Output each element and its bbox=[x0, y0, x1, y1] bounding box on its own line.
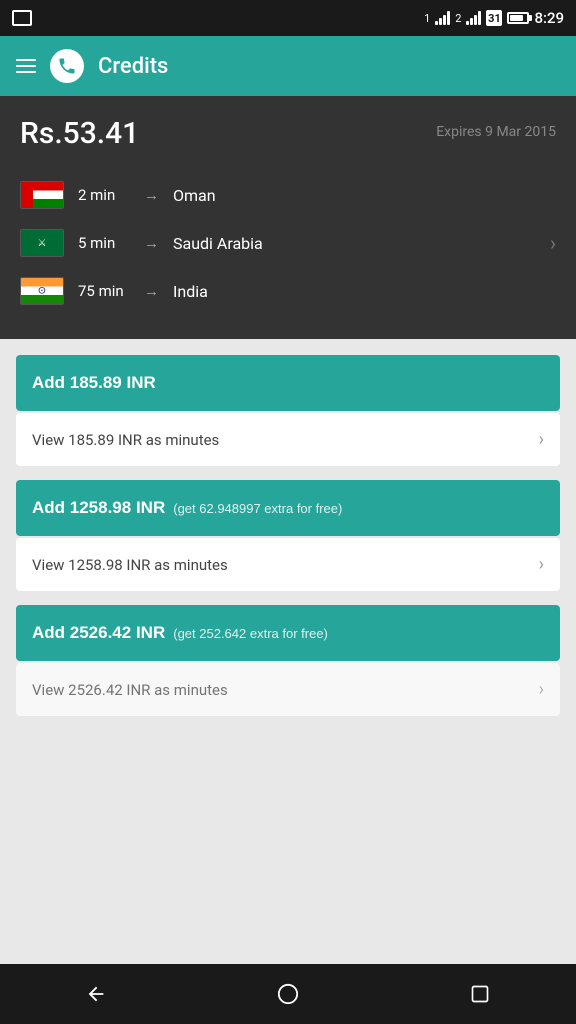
credits-section: Rs.53.41 Expires 9 Mar 2015 2 min → Oman… bbox=[0, 96, 576, 339]
battery-icon bbox=[507, 12, 529, 24]
arrow-oman: → bbox=[144, 186, 159, 204]
package-1: Add 185.89 INR View 185.89 INR as minute… bbox=[16, 355, 560, 466]
add-1258-button[interactable]: Add 1258.98 INR (get 62.948997 extra for… bbox=[16, 480, 560, 536]
sim1-label: 1 bbox=[424, 12, 430, 25]
india-country: India bbox=[173, 282, 556, 301]
battery-fill bbox=[510, 15, 523, 21]
package-3: Add 2526.42 INR (get 252.642 extra for f… bbox=[16, 605, 560, 716]
credits-amount: Rs.53.41 bbox=[20, 116, 139, 151]
flag-saudi bbox=[20, 229, 64, 257]
time-display: 8:29 bbox=[534, 9, 564, 27]
saudi-minutes: 5 min bbox=[78, 234, 130, 252]
page-title: Credits bbox=[98, 54, 168, 79]
add-185-label: Add 185.89 INR bbox=[32, 373, 156, 393]
package-2: Add 1258.98 INR (get 62.948997 extra for… bbox=[16, 480, 560, 591]
view-1258-row[interactable]: View 1258.98 INR as minutes › bbox=[16, 538, 560, 591]
view-2526-chevron-icon: › bbox=[539, 679, 544, 700]
hamburger-icon[interactable] bbox=[16, 59, 36, 73]
view-185-text: View 185.89 INR as minutes bbox=[32, 431, 219, 449]
oman-country: Oman bbox=[173, 186, 556, 205]
view-185-row[interactable]: View 185.89 INR as minutes › bbox=[16, 413, 560, 466]
status-bar-left bbox=[12, 10, 418, 26]
credits-rows: 2 min → Oman 5 min → Saudi Arabia › 75 m… bbox=[20, 171, 556, 315]
app-bar: Credits bbox=[0, 36, 576, 96]
nav-home-button[interactable] bbox=[258, 964, 318, 1024]
sim2-label: 2 bbox=[455, 12, 461, 25]
saudi-country: Saudi Arabia bbox=[173, 234, 536, 253]
credits-expires: Expires 9 Mar 2015 bbox=[436, 124, 556, 140]
oman-minutes: 2 min bbox=[78, 186, 130, 204]
nav-recents-button[interactable] bbox=[450, 964, 510, 1024]
add-185-button[interactable]: Add 185.89 INR bbox=[16, 355, 560, 411]
arrow-saudi: → bbox=[144, 234, 159, 252]
add-1258-label: Add 1258.98 INR bbox=[32, 498, 165, 518]
india-minutes: 75 min bbox=[78, 282, 130, 300]
status-icons: 1 2 31 8:29 bbox=[424, 9, 564, 27]
view-1258-text: View 1258.98 INR as minutes bbox=[32, 556, 228, 574]
view-2526-text: View 2526.42 INR as minutes bbox=[32, 681, 228, 699]
arrow-india: → bbox=[144, 282, 159, 300]
sim1-signal-icon bbox=[435, 11, 450, 25]
app-logo bbox=[50, 49, 84, 83]
flag-oman bbox=[20, 181, 64, 209]
nav-back-button[interactable] bbox=[66, 964, 126, 1024]
credits-row-saudi[interactable]: 5 min → Saudi Arabia › bbox=[20, 219, 556, 267]
view-2526-row[interactable]: View 2526.42 INR as minutes › bbox=[16, 663, 560, 716]
credits-row-oman: 2 min → Oman bbox=[20, 171, 556, 219]
add-2526-extra: (get 252.642 extra for free) bbox=[173, 626, 328, 641]
main-content: Add 185.89 INR View 185.89 INR as minute… bbox=[0, 339, 576, 746]
saudi-chevron-icon: › bbox=[550, 231, 556, 255]
sim2-signal-icon bbox=[466, 11, 481, 25]
view-1258-chevron-icon: › bbox=[539, 554, 544, 575]
flag-india bbox=[20, 277, 64, 305]
calendar-icon: 31 bbox=[486, 10, 502, 26]
status-bar: 1 2 31 8:29 bbox=[0, 0, 576, 36]
screenshot-icon bbox=[12, 10, 32, 26]
nav-bar bbox=[0, 964, 576, 1024]
add-2526-button[interactable]: Add 2526.42 INR (get 252.642 extra for f… bbox=[16, 605, 560, 661]
credits-row-india: 75 min → India bbox=[20, 267, 556, 315]
add-1258-extra: (get 62.948997 extra for free) bbox=[173, 501, 342, 516]
add-2526-label: Add 2526.42 INR bbox=[32, 623, 165, 643]
view-185-chevron-icon: › bbox=[539, 429, 544, 450]
